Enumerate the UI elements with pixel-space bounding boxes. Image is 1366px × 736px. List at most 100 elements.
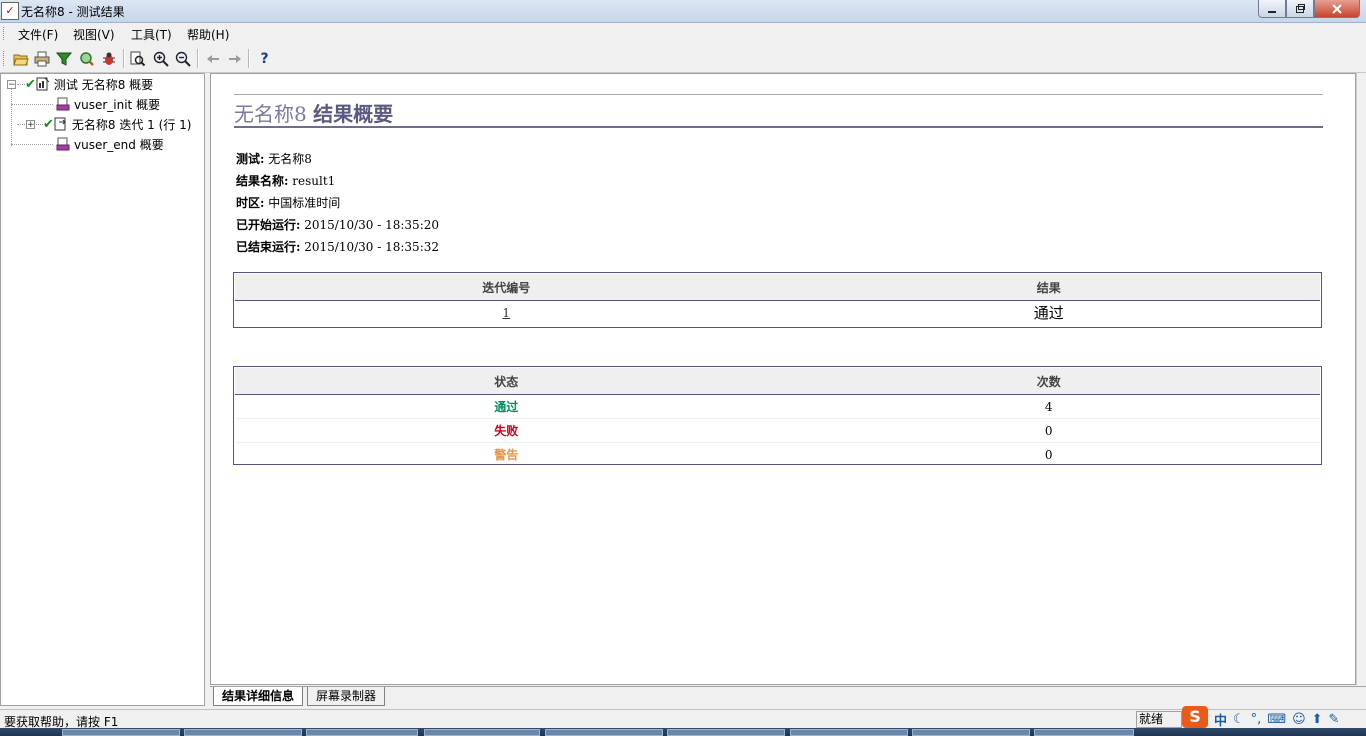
taskbar-button[interactable] (1034, 729, 1134, 736)
report-title: 无名称8 结果概要 (234, 98, 393, 127)
taskbar-button[interactable] (545, 729, 663, 736)
tree-item-vuser-end[interactable]: vuser_end 概要 (56, 135, 164, 153)
view-tabs: 结果详细信息 屏幕录制器 (210, 686, 1366, 707)
restore-icon (1296, 3, 1305, 13)
bug-icon[interactable] (100, 50, 117, 67)
menu-view[interactable]: 视图(V) (73, 26, 115, 43)
window-controls (1258, 0, 1360, 18)
tree-item-iteration-1[interactable]: ✔ 无名称8 迭代 1 (行 1) (43, 115, 191, 133)
taskbar-button[interactable] (912, 729, 1030, 736)
column-header: 迭代编号 (235, 274, 778, 301)
status-passed: 通过 (235, 394, 778, 419)
toolbar: ? (0, 45, 1366, 73)
column-header: 结果 (777, 274, 1320, 301)
menu-grip[interactable] (3, 27, 6, 40)
info-start-time: 已开始运行: 2015/10/30 - 18:35:20 (236, 216, 439, 233)
taskbar-button[interactable] (184, 729, 302, 736)
action-icon (56, 97, 70, 111)
menu-tools[interactable]: 工具(T) (131, 26, 172, 43)
status-ready: 就绪 (1136, 711, 1182, 728)
action-icon (56, 137, 70, 151)
toolbar-separator (197, 49, 199, 68)
info-label: 结果名称: (236, 174, 289, 188)
minimize-icon (1268, 10, 1276, 13)
menu-bar: 文件(F) 视图(V) 工具(T) 帮助(H) (0, 23, 1366, 44)
forward-arrow-icon[interactable] (226, 50, 243, 67)
menu-help[interactable]: 帮助(H) (187, 26, 229, 43)
sogou-logo-icon[interactable]: S (1182, 705, 1208, 728)
collapse-root-toggle[interactable]: − (7, 80, 16, 90)
count-failed: 0 (777, 418, 1320, 443)
iteration-icon (54, 117, 66, 131)
iterations-table-box: 迭代编号 结果 1 通过 (233, 272, 1322, 328)
taskbar-button[interactable] (424, 729, 540, 736)
content-scrollbar[interactable] (1356, 73, 1366, 685)
tab-result-details[interactable]: 结果详细信息 (213, 687, 304, 706)
count-passed: 4 (777, 394, 1320, 419)
wrench-icon[interactable]: ✎ (1329, 712, 1340, 727)
print-icon[interactable] (33, 50, 50, 67)
minimize-button[interactable] (1258, 0, 1286, 18)
info-value: 2015/10/30 - 18:35:32 (304, 240, 440, 254)
info-value: 2015/10/30 - 18:35:20 (304, 218, 440, 232)
tree-item-label: vuser_end 概要 (74, 137, 164, 152)
open-folder-icon[interactable] (12, 50, 29, 67)
table-row: 警告 0 (235, 443, 1320, 467)
expand-iteration-toggle[interactable]: + (26, 120, 35, 130)
tree-item-label: vuser_init 概要 (74, 97, 161, 112)
info-value: 中国标准时间 (268, 196, 341, 210)
ime-mode[interactable]: 中 (1214, 710, 1227, 729)
keyboard-icon[interactable]: ⌨ (1267, 712, 1286, 727)
zoom-in-icon[interactable] (152, 50, 169, 67)
results-tree: − ✔ 测试 无名称8 概要 vuser_init 概要 + ✔ 无名称8 迭代… (0, 73, 205, 706)
tree-item-test-summary[interactable]: ✔ 测试 无名称8 概要 (25, 75, 153, 93)
refresh-search-icon[interactable] (78, 50, 95, 67)
restore-button[interactable] (1286, 0, 1314, 18)
report-content: 无名称8 结果概要 测试: 无名称8 结果名称: result1 时区: 中国标… (210, 73, 1356, 685)
taskbar-button[interactable] (790, 729, 908, 736)
taskbar-button[interactable] (62, 729, 180, 736)
iterations-table: 迭代编号 结果 1 通过 (235, 274, 1320, 324)
info-label: 测试: (236, 152, 265, 166)
title-bar: ✓ 无名称8 - 测试结果 (0, 0, 1366, 23)
upload-arrow-icon[interactable]: ⬆ (1312, 712, 1323, 727)
table-row: 1 通过 (235, 301, 1320, 325)
tree-item-vuser-init[interactable]: vuser_init 概要 (56, 95, 160, 113)
taskbar-button[interactable] (306, 729, 418, 736)
report-title-suffix: 结果概要 (313, 102, 394, 126)
tree-item-label: 测试 无名称8 概要 (53, 77, 154, 92)
iteration-link[interactable]: 1 (502, 306, 510, 320)
info-result-name: 结果名称: result1 (236, 172, 335, 189)
title-top-rule (234, 94, 1323, 95)
user-icon[interactable]: ☺ (1292, 712, 1306, 727)
info-label: 时区: (236, 196, 265, 210)
table-row: 失败 0 (235, 418, 1320, 443)
back-arrow-icon[interactable] (204, 50, 221, 67)
tree-line (17, 84, 25, 85)
help-icon[interactable]: ? (256, 50, 273, 67)
tree-line (11, 86, 12, 146)
info-label: 已开始运行: (236, 218, 301, 232)
tree-line (11, 144, 53, 145)
filter-icon[interactable] (55, 50, 72, 67)
close-icon (1332, 3, 1342, 14)
toolbar-separator (248, 49, 250, 68)
moon-icon[interactable]: ☾ (1233, 712, 1245, 727)
tab-screen-recorder[interactable]: 屏幕录制器 (307, 687, 386, 706)
status-failed: 失败 (235, 418, 778, 443)
menu-file[interactable]: 文件(F) (18, 26, 58, 43)
summary-report-icon (36, 77, 50, 91)
toolbar-grip[interactable] (3, 51, 6, 66)
close-button[interactable] (1314, 0, 1360, 18)
zoom-out-icon[interactable] (174, 50, 191, 67)
table-row: 通过 4 (235, 394, 1320, 419)
results-app-icon: ✓ (1, 2, 19, 20)
punctuation-icon[interactable]: °, (1251, 712, 1262, 727)
info-timezone: 时区: 中国标准时间 (236, 194, 340, 211)
passed-check-icon: ✔ (43, 116, 54, 132)
status-bar: 要获取帮助，请按 F1 就绪 S 中 ☾ °, ⌨ ☺ ⬆ ✎ (0, 705, 1366, 729)
page-search-icon[interactable] (129, 50, 146, 67)
column-header: 状态 (235, 368, 778, 395)
info-end-time: 已结束运行: 2015/10/30 - 18:35:32 (236, 238, 439, 255)
taskbar-button[interactable] (667, 729, 785, 736)
